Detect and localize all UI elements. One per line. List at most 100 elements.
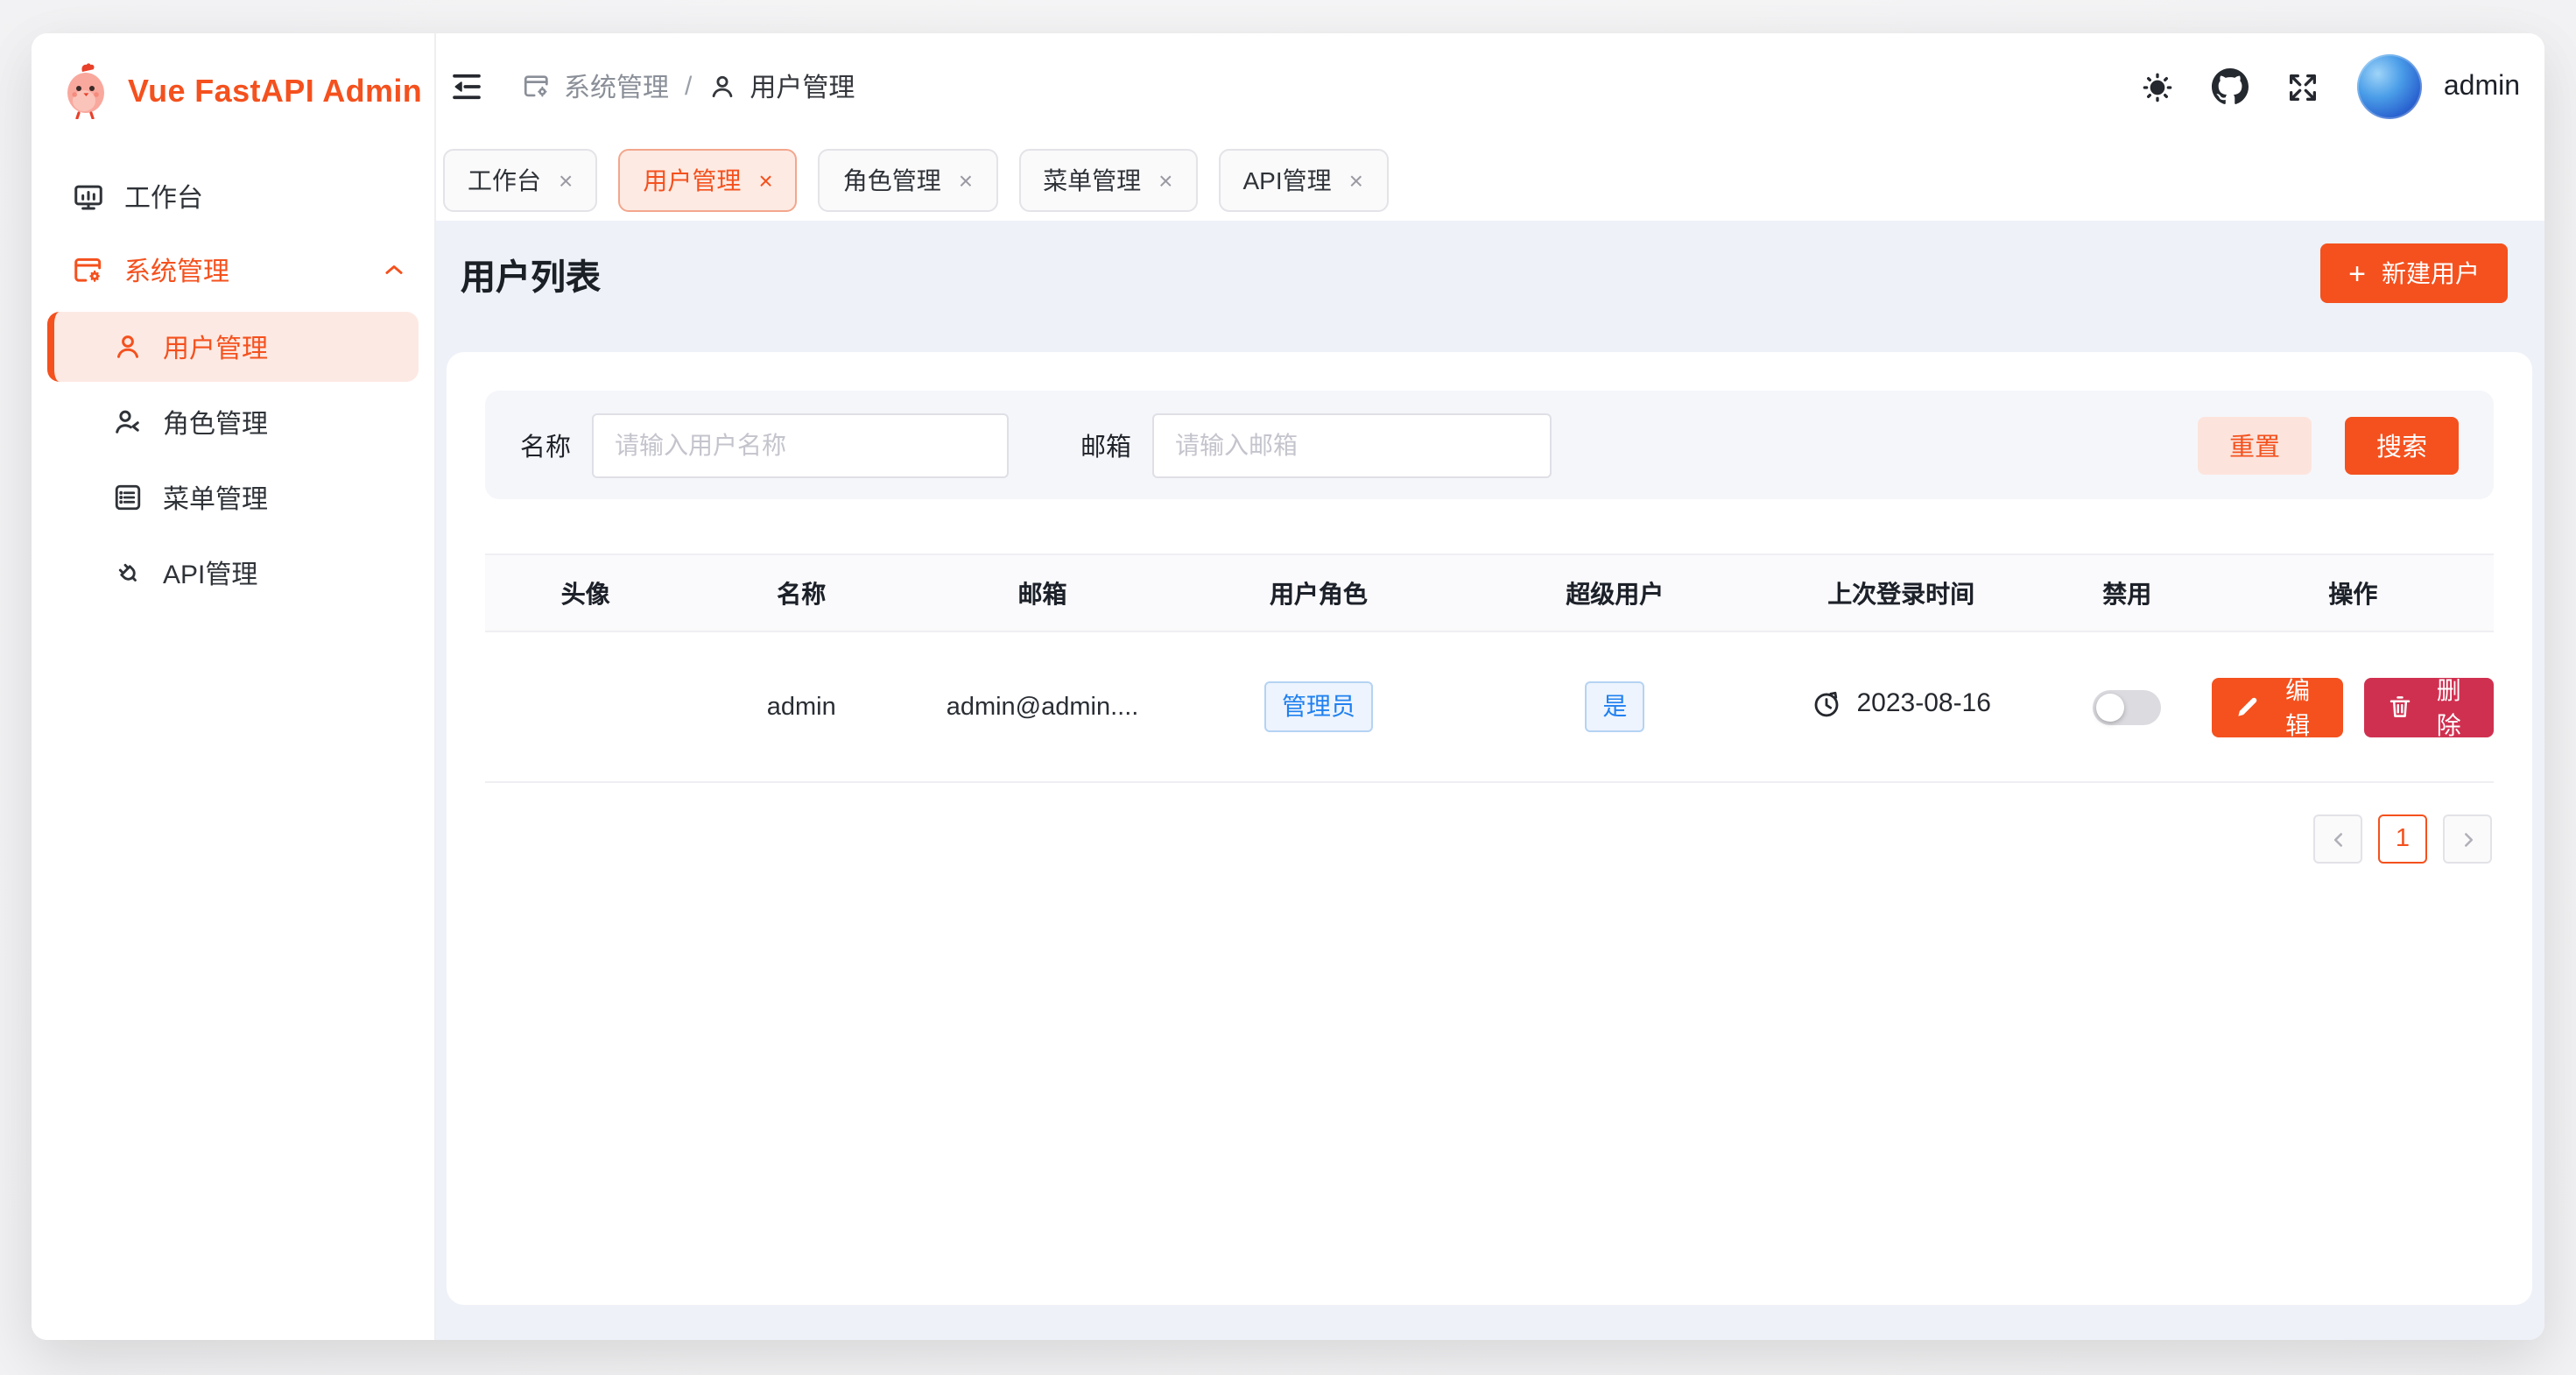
tab-menu-management[interactable]: 菜单管理 ×: [1018, 149, 1197, 212]
cell-last-login: 2023-08-16: [1761, 631, 2042, 782]
list-icon: [112, 482, 144, 513]
tab-label: API管理: [1243, 163, 1332, 198]
col-disabled: 禁用: [2042, 554, 2213, 631]
query-bar: 名称 邮箱 重置 搜索: [485, 391, 2494, 499]
sidebar-item-user-management[interactable]: 用户管理: [47, 312, 419, 382]
table-row: admin admin@admin.... 管理员 是: [485, 631, 2494, 782]
clock-history-icon: [1811, 688, 1842, 719]
sidebar-item-label: 用户管理: [163, 328, 268, 365]
cell-role: 管理员: [1168, 631, 1469, 782]
tab-label: 菜单管理: [1043, 163, 1141, 198]
sidebar-menu: 工作台 系统管理: [32, 149, 434, 624]
col-email: 邮箱: [917, 554, 1168, 631]
sidebar-item-api-management[interactable]: API管理: [47, 538, 419, 608]
username[interactable]: admin: [2444, 71, 2520, 102]
chevron-up-icon: [382, 257, 406, 282]
delete-button[interactable]: 删除: [2363, 677, 2494, 737]
next-page-button[interactable]: [2443, 814, 2492, 864]
col-name: 名称: [686, 554, 917, 631]
name-input[interactable]: [592, 412, 1009, 477]
cell-superuser: 是: [1469, 631, 1761, 782]
close-icon[interactable]: ×: [758, 168, 772, 193]
col-last-login: 上次登录时间: [1761, 554, 2042, 631]
cell-name: admin: [686, 631, 917, 782]
trash-icon: [2386, 694, 2412, 720]
col-avatar: 头像: [485, 554, 686, 631]
fullscreen-icon[interactable]: [2286, 69, 2321, 104]
window-gear-icon: [72, 253, 105, 286]
page-header: 用户列表 + 新建用户: [447, 243, 2532, 303]
user-table: 头像 名称 邮箱 用户角色 超级用户 上次登录时间 禁用 操作: [485, 554, 2494, 783]
collapse-sidebar-icon[interactable]: [448, 68, 485, 105]
user-icon: [707, 72, 737, 102]
name-label: 名称: [520, 427, 571, 463]
sidebar-item-label: 菜单管理: [163, 479, 268, 516]
page-number-1[interactable]: 1: [2378, 814, 2427, 864]
window-gear-icon: [522, 72, 552, 102]
disabled-toggle[interactable]: [2093, 689, 2161, 724]
sidebar-item-label: 系统管理: [124, 251, 229, 288]
tab-api-management[interactable]: API管理 ×: [1219, 149, 1389, 212]
breadcrumb-label: 用户管理: [750, 68, 855, 105]
close-icon[interactable]: ×: [959, 168, 973, 193]
search-button[interactable]: 搜索: [2345, 416, 2459, 474]
sidebar-item-system[interactable]: 系统管理: [32, 233, 434, 307]
email-label: 邮箱: [1080, 427, 1131, 463]
delete-label: 删除: [2426, 672, 2471, 742]
cell-actions: 编辑: [2213, 631, 2494, 782]
col-superuser: 超级用户: [1469, 554, 1761, 631]
app-logo: Vue FastAPI Admin: [32, 33, 434, 149]
sidebar-item-workbench[interactable]: 工作台: [32, 159, 434, 233]
sidebar-item-label: 角色管理: [163, 404, 268, 441]
tab-user-management[interactable]: 用户管理 ×: [618, 149, 797, 212]
breadcrumb: 系统管理 / 用户管理: [522, 68, 855, 105]
close-icon[interactable]: ×: [1158, 168, 1172, 193]
tab-label: 用户管理: [643, 163, 741, 198]
page: Vue FastAPI Admin 工作台: [0, 0, 2576, 1375]
edit-button[interactable]: 编辑: [2213, 677, 2343, 737]
page-title: 用户列表: [461, 248, 601, 299]
user-icon: [112, 331, 144, 363]
role-tag: 管理员: [1264, 681, 1373, 732]
reset-button[interactable]: 重置: [2198, 416, 2312, 474]
plus-icon: +: [2348, 258, 2366, 288]
new-user-button[interactable]: + 新建用户: [2320, 243, 2508, 303]
cell-avatar: [485, 631, 686, 782]
prev-page-button[interactable]: [2313, 814, 2362, 864]
cell-email: admin@admin....: [917, 631, 1168, 782]
pencil-icon: [2235, 694, 2262, 720]
tab-label: 角色管理: [843, 163, 941, 198]
table-header-row: 头像 名称 邮箱 用户角色 超级用户 上次登录时间 禁用 操作: [485, 554, 2494, 631]
tab-workbench[interactable]: 工作台 ×: [443, 149, 597, 212]
user-avatar[interactable]: [2358, 54, 2423, 119]
topbar: 系统管理 / 用户管理: [436, 33, 2544, 140]
monitor-icon: [72, 180, 105, 213]
topbar-actions: admin: [2141, 54, 2520, 119]
main-area: 系统管理 / 用户管理: [436, 33, 2544, 1340]
edit-label: 编辑: [2276, 672, 2320, 742]
plug-icon: [112, 557, 144, 589]
sidebar-item-label: API管理: [163, 554, 257, 591]
github-icon[interactable]: [2213, 68, 2249, 105]
last-login-value: 2023-08-16: [1856, 688, 1990, 718]
breadcrumb-users[interactable]: 用户管理: [707, 68, 855, 105]
close-icon[interactable]: ×: [1349, 168, 1363, 193]
col-actions: 操作: [2213, 554, 2494, 631]
sidebar-item-menu-management[interactable]: 菜单管理: [47, 462, 419, 532]
tab-label: 工作台: [468, 163, 541, 198]
close-icon[interactable]: ×: [559, 168, 573, 193]
pagination: 1: [485, 814, 2494, 864]
sidebar-item-role-management[interactable]: 角色管理: [47, 387, 419, 457]
user-list-card: 名称 邮箱 重置 搜索: [447, 352, 2532, 1305]
sidebar: Vue FastAPI Admin 工作台: [32, 33, 436, 1340]
chick-logo-icon: [60, 63, 112, 119]
tabs-bar: 工作台 × 用户管理 × 角色管理 × 菜单管理 × API管理 ×: [436, 140, 2544, 221]
superuser-tag: 是: [1585, 681, 1644, 732]
breadcrumb-label: 系统管理: [564, 68, 669, 105]
email-input[interactable]: [1152, 412, 1552, 477]
content: 用户列表 + 新建用户 名称 邮箱 重置: [436, 221, 2544, 1340]
cell-disabled: [2042, 631, 2213, 782]
theme-sun-icon[interactable]: [2141, 69, 2176, 104]
breadcrumb-system[interactable]: 系统管理: [522, 68, 669, 105]
tab-role-management[interactable]: 角色管理 ×: [819, 149, 997, 212]
